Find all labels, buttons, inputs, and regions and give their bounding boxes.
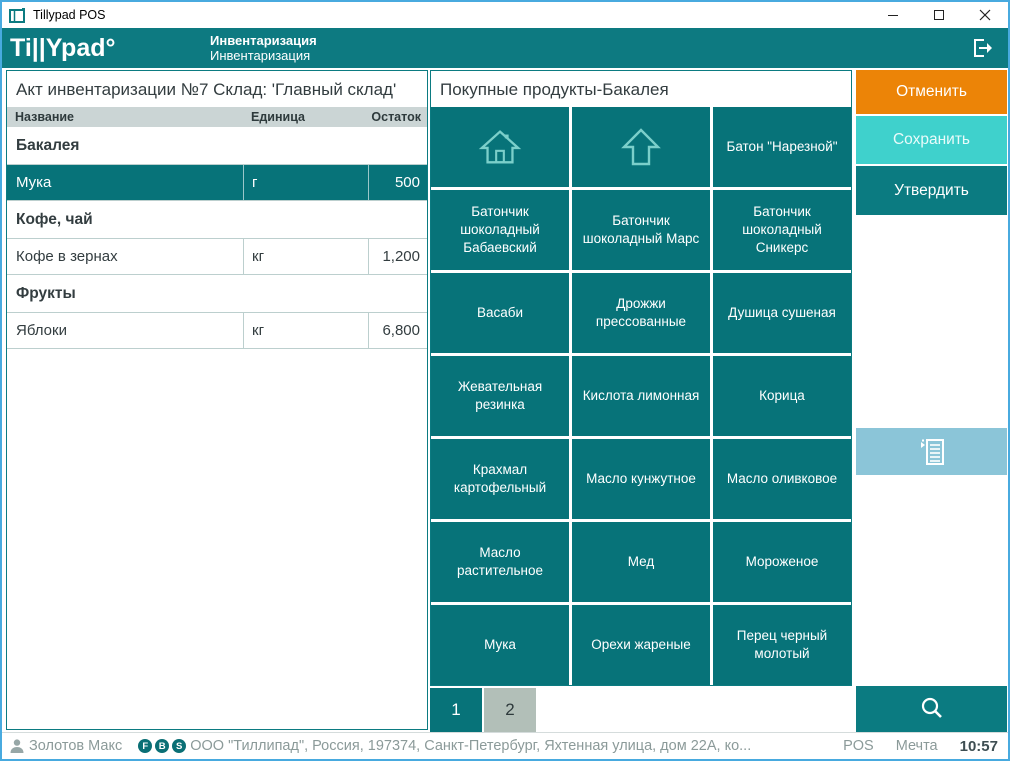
breadcrumb-line2: Инвентаризация <box>210 48 317 63</box>
products-title: Покупные продукты-Бакалея <box>431 71 851 107</box>
status-badge-b: B <box>155 739 169 753</box>
product-tile[interactable]: Жевательная резинка <box>431 356 569 436</box>
cell-unit: г <box>243 165 368 200</box>
product-tile[interactable]: Батон "Нарезной" <box>713 107 851 187</box>
search-button[interactable] <box>856 686 1007 732</box>
status-bar: Золотов Макс FBS ООО "Тиллипад", Россия,… <box>2 732 1008 759</box>
category-row[interactable]: Бакалея <box>7 127 427 165</box>
product-tile[interactable]: Масло растительное <box>431 522 569 602</box>
column-header-name: Название <box>7 110 243 124</box>
tillypad-logo: Ti||Ypad° <box>2 34 210 63</box>
cell-name: Яблоки <box>7 313 243 348</box>
products-grid: Батон "Нарезной" Батончик шоколадный Баба… <box>431 107 851 685</box>
close-icon[interactable] <box>962 2 1008 28</box>
product-row[interactable]: Мукаг500 <box>7 165 427 201</box>
product-row[interactable]: Яблокикг6,800 <box>7 313 427 349</box>
home-button[interactable] <box>431 107 569 187</box>
product-row[interactable]: Кофе в зернахкг1,200 <box>7 239 427 275</box>
cell-qty: 1,200 <box>368 239 427 274</box>
inventory-title: Акт инвентаризации №7 Склад: 'Главный ск… <box>7 71 427 107</box>
breadcrumb: Инвентаризация Инвентаризация <box>210 33 317 63</box>
document-icon <box>919 438 945 466</box>
cancel-button[interactable]: Отменить <box>856 70 1007 114</box>
product-tile[interactable]: Мороженое <box>713 522 851 602</box>
app-header: Ti||Ypad° Инвентаризация Инвентаризация <box>2 28 1008 68</box>
app-window: Tillypad POS Ti||Ypad° Инвентаризация Ин… <box>0 0 1010 761</box>
inventory-rows: БакалеяМукаг500Кофе, чайКофе в зернахкг1… <box>7 127 427 349</box>
company-address: ООО "Тиллипад", Россия, 197374, Санкт-Пе… <box>190 738 831 754</box>
breadcrumb-line1: Инвентаризация <box>210 33 317 48</box>
page-button-2[interactable]: 2 <box>484 688 536 732</box>
logout-icon[interactable] <box>970 36 996 60</box>
document-button[interactable] <box>856 428 1007 475</box>
page-button-1[interactable]: 1 <box>430 688 482 732</box>
pos-label: POS <box>843 738 874 754</box>
maximize-icon[interactable] <box>916 2 962 28</box>
pagination: 12 <box>430 688 536 732</box>
column-header-qty: Остаток <box>368 110 427 124</box>
column-header-unit: Единица <box>243 110 368 124</box>
cell-qty: 6,800 <box>368 313 427 348</box>
product-tile[interactable]: Батончик шоколадный Сникерс <box>713 190 851 270</box>
product-tile[interactable]: Крахмал картофельный <box>431 439 569 519</box>
status-badge-s: S <box>172 739 186 753</box>
product-tile[interactable]: Масло кунжутное <box>572 439 710 519</box>
product-tile[interactable]: Перец черный молотый <box>713 605 851 685</box>
search-icon <box>919 696 945 722</box>
product-tile[interactable]: Дрожжи прессованные <box>572 273 710 353</box>
user-icon <box>9 738 25 754</box>
title-bar: Tillypad POS <box>2 2 1008 28</box>
app-icon <box>9 8 26 23</box>
table-header: Название Единица Остаток <box>7 107 427 127</box>
cell-name: Кофе в зернах <box>7 239 243 274</box>
category-row[interactable]: Кофе, чай <box>7 201 427 239</box>
arrow-up-icon <box>620 126 662 168</box>
cell-unit: кг <box>243 313 368 348</box>
cell-name: Мука <box>7 165 243 200</box>
clock: 10:57 <box>960 738 998 755</box>
category-row[interactable]: Фрукты <box>7 275 427 313</box>
home-icon <box>477 126 523 168</box>
product-tile[interactable]: Васаби <box>431 273 569 353</box>
cell-qty: 500 <box>368 165 427 200</box>
product-tile[interactable]: Кислота лимонная <box>572 356 710 436</box>
save-button[interactable]: Сохранить <box>856 116 1007 164</box>
station-name: Мечта <box>896 738 938 754</box>
minimize-icon[interactable] <box>870 2 916 28</box>
arrow-up-button[interactable] <box>572 107 710 187</box>
product-tile[interactable]: Батончик шоколадный Бабаевский <box>431 190 569 270</box>
user-name: Золотов Макс <box>29 738 122 754</box>
status-badges: FBS <box>138 739 186 753</box>
approve-button[interactable]: Утвердить <box>856 166 1007 215</box>
product-tile[interactable]: Батончик шоколадный Марс <box>572 190 710 270</box>
product-tile[interactable]: Масло оливковое <box>713 439 851 519</box>
product-tile[interactable]: Орехи жареные <box>572 605 710 685</box>
status-badge-f: F <box>138 739 152 753</box>
product-tile[interactable]: Душица сушеная <box>713 273 851 353</box>
products-panel: Покупные продукты-Бакалея Батон "Нарезно… <box>430 70 852 686</box>
window-title: Tillypad POS <box>33 8 105 22</box>
cell-unit: кг <box>243 239 368 274</box>
product-tile[interactable]: Корица <box>713 356 851 436</box>
inventory-panel: Акт инвентаризации №7 Склад: 'Главный ск… <box>6 70 428 730</box>
product-tile[interactable]: Мед <box>572 522 710 602</box>
product-tile[interactable]: Мука <box>431 605 569 685</box>
